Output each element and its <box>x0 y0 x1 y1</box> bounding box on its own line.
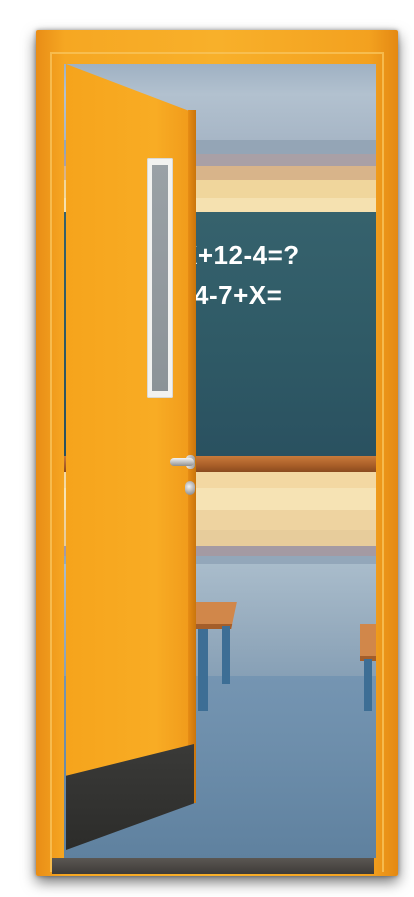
equation-line-1: X+12-4=? <box>180 240 300 270</box>
classroom-door-illustration: X+12-4=? 4-7+X= <box>0 0 414 897</box>
door-threshold <box>52 858 374 874</box>
classroom-door[interactable] <box>66 64 194 850</box>
desk-right-leg <box>364 659 372 711</box>
desk-left-leg <box>222 626 230 684</box>
door-window-glass <box>152 165 168 391</box>
desk-right <box>360 624 376 661</box>
desk-left-leg <box>198 629 208 711</box>
door-handle-icon[interactable] <box>170 458 194 466</box>
door-lock-icon <box>185 481 195 495</box>
equation-line-2: 4-7+X= <box>194 280 283 310</box>
door-window <box>147 158 173 398</box>
